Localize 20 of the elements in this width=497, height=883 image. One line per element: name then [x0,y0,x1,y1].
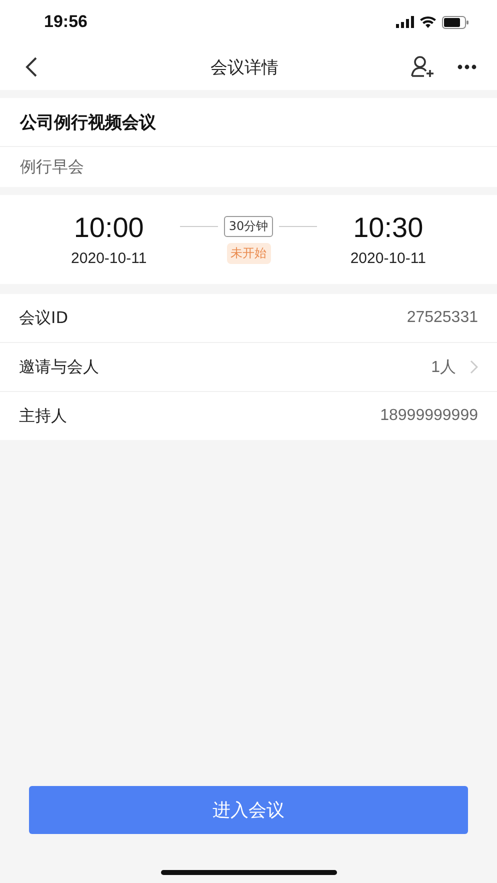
join-meeting-button[interactable]: 进入会议 [29,786,468,834]
signal-icon [396,16,414,28]
detail-label: 会议ID [19,308,70,328]
end-date: 2020-10-11 [350,250,426,267]
status-time: 19:56 [44,12,88,32]
status-badge: 未开始 [226,242,270,264]
detail-value: 27525331 [406,309,478,327]
start-time: 10:00 [74,212,144,244]
duration-label: 30分钟 [224,216,274,236]
start-date: 2020-10-11 [71,250,147,267]
meeting-title: 公司例行视频会议 [20,112,156,134]
wifi-icon [420,16,436,28]
battery-icon [442,16,469,28]
detail-label: 邀请与会人 [19,356,100,378]
page-title: 会议详情 [210,56,280,78]
detail-value[interactable]: 1人 [431,356,456,378]
end-time: 10:30 [353,212,424,244]
detail-label: 主持人 [19,406,68,426]
detail-value: 18999999999 [380,407,478,425]
meeting-subject: 例行早会 [20,156,84,178]
